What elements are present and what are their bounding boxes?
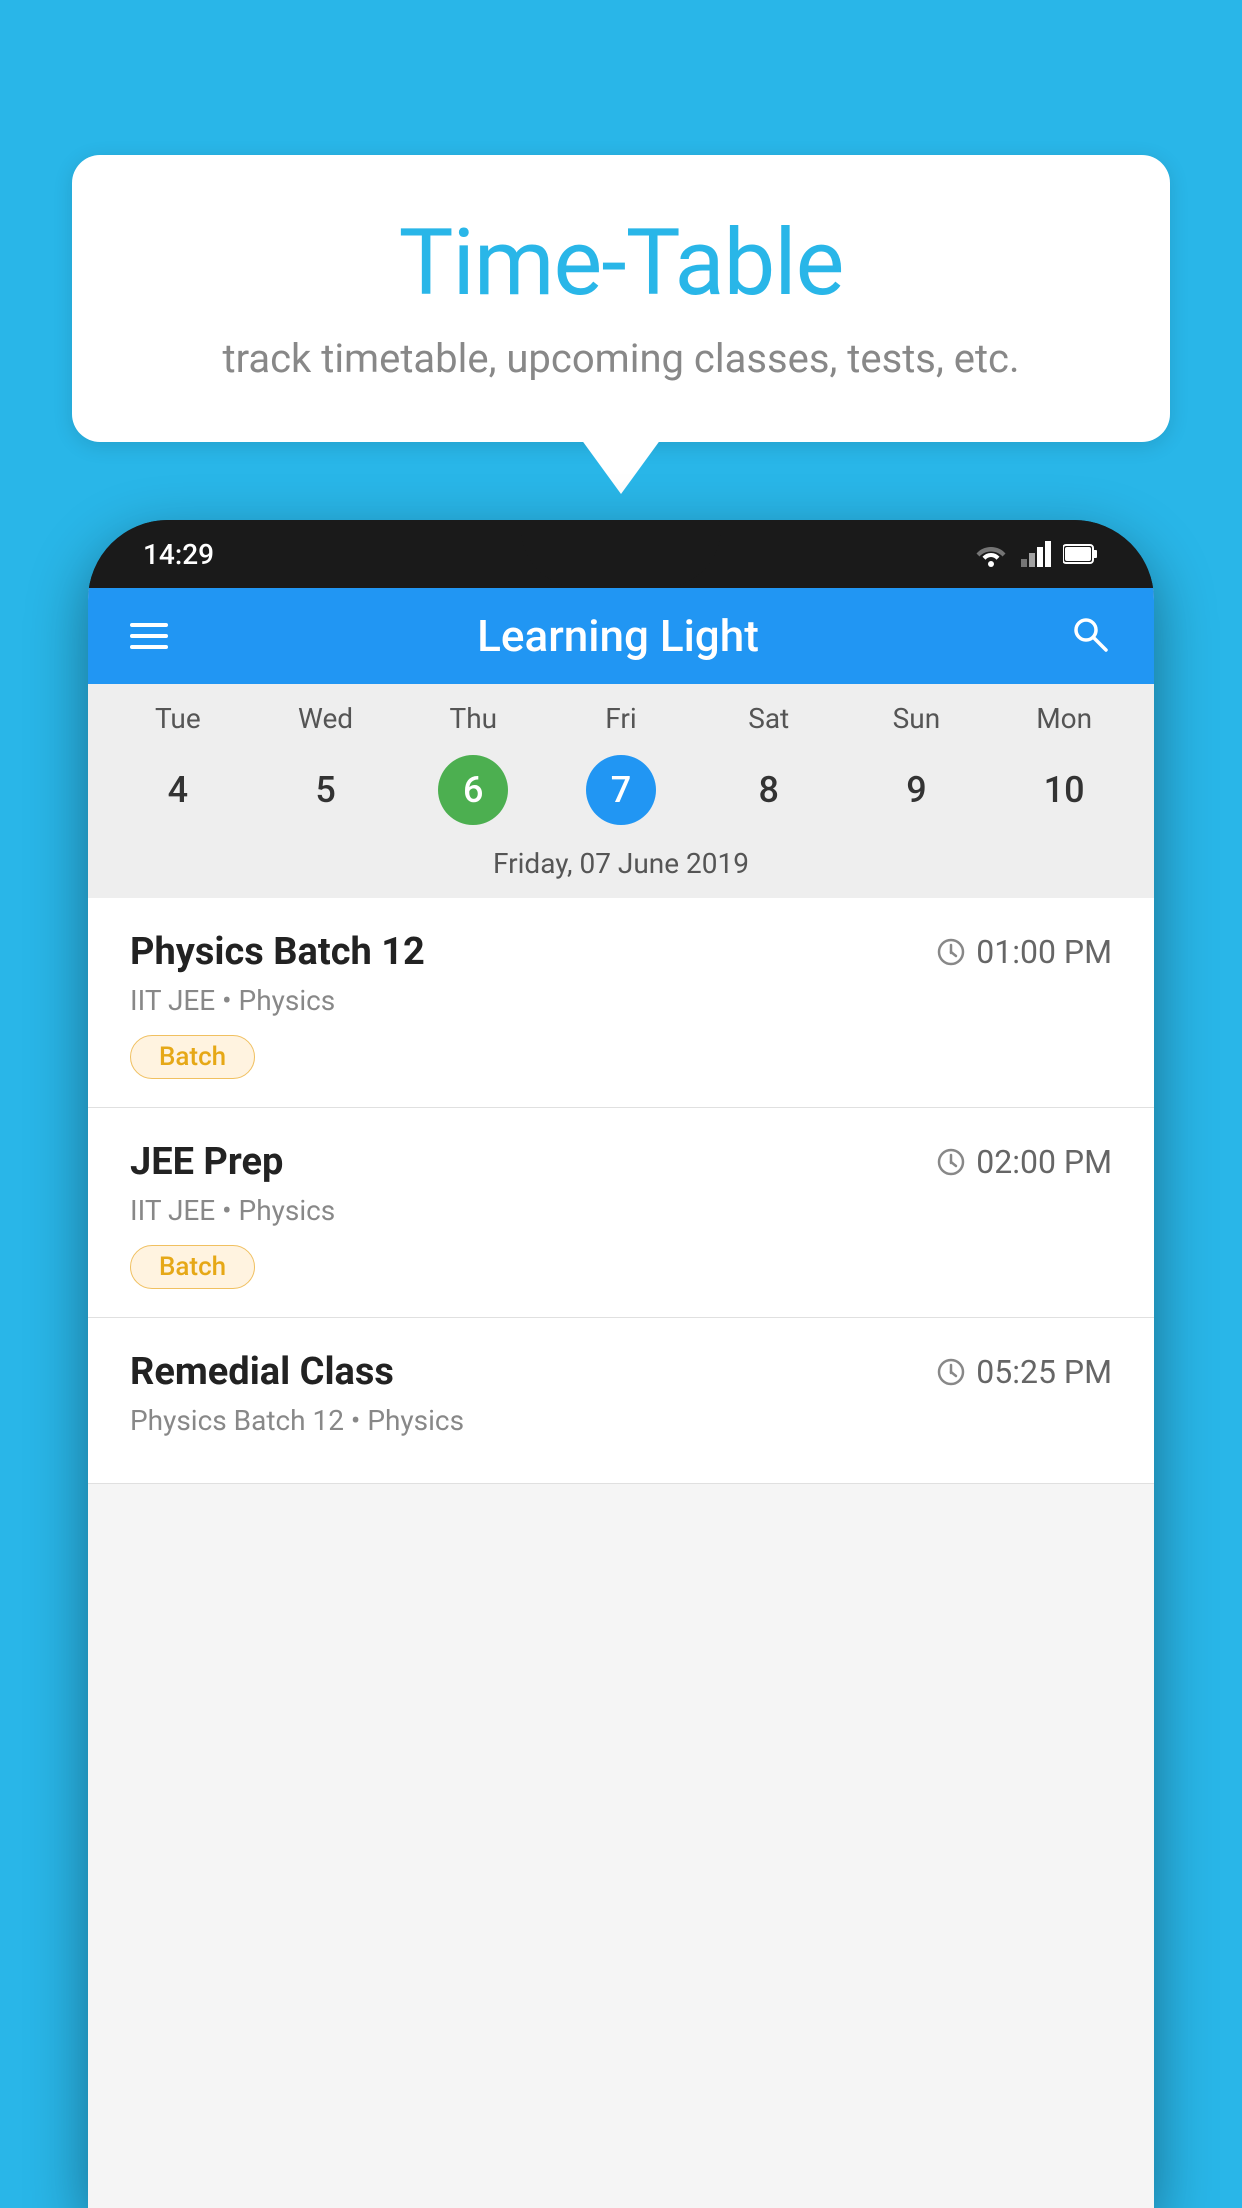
schedule-item-1[interactable]: JEE Prep 02:00 PM IIT JEE • Physics Batch — [88, 1108, 1154, 1318]
schedule-item-name-1: JEE Prep — [130, 1140, 283, 1184]
clock-icon — [936, 937, 966, 967]
schedule-item-time-1: 02:00 PM — [936, 1143, 1112, 1181]
app-title: Learning Light — [477, 610, 759, 662]
batch-badge-0: Batch — [130, 1035, 255, 1079]
search-icon — [1068, 612, 1112, 656]
status-icons — [973, 541, 1099, 567]
day-number-8[interactable]: 8 — [695, 745, 843, 835]
search-button[interactable] — [1068, 612, 1112, 660]
day-header-tue: Tue — [104, 702, 252, 745]
day-header-wed: Wed — [252, 702, 400, 745]
schedule-item-time-2: 05:25 PM — [936, 1353, 1112, 1391]
day-number-6[interactable]: 6 — [399, 745, 547, 835]
day-header-mon: Mon — [990, 702, 1138, 745]
day-header-sat: Sat — [695, 702, 843, 745]
wifi-icon — [973, 541, 1009, 567]
day-headers: TueWedThuFriSatSunMon — [88, 702, 1154, 745]
day-header-sun: Sun — [843, 702, 991, 745]
app-header: Learning Light — [88, 588, 1154, 684]
day-header-thu: Thu — [399, 702, 547, 745]
schedule-item-name-2: Remedial Class — [130, 1350, 394, 1394]
hamburger-menu-button[interactable] — [130, 623, 168, 649]
day-number-5[interactable]: 5 — [252, 745, 400, 835]
schedule-item-sub-0: IIT JEE • Physics — [130, 984, 1112, 1017]
clock-icon — [936, 1147, 966, 1177]
batch-badge-1: Batch — [130, 1245, 255, 1289]
status-time: 14:29 — [143, 538, 214, 571]
schedule-item-time-0: 01:00 PM — [936, 933, 1112, 971]
signal-icon — [1021, 541, 1051, 567]
phone-frame: 14:29 — [88, 520, 1154, 2208]
schedule-item-sub-2: Physics Batch 12 • Physics — [130, 1404, 1112, 1437]
day-numbers: 45678910 — [88, 745, 1154, 835]
day-number-4[interactable]: 4 — [104, 745, 252, 835]
phone-screen: Learning Light TueWedThuFriSatSunMon 456… — [88, 588, 1154, 2208]
battery-icon — [1063, 543, 1099, 565]
day-number-9[interactable]: 9 — [843, 745, 991, 835]
day-number-10[interactable]: 10 — [990, 745, 1138, 835]
schedule-item-name-0: Physics Batch 12 — [130, 930, 425, 974]
day-header-fri: Fri — [547, 702, 695, 745]
schedule-list: Physics Batch 12 01:00 PM IIT JEE • Physic… — [88, 898, 1154, 1484]
status-bar: 14:29 — [88, 520, 1154, 588]
schedule-item-0[interactable]: Physics Batch 12 01:00 PM IIT JEE • Physic… — [88, 898, 1154, 1108]
page-subtitle: track timetable, upcoming classes, tests… — [132, 335, 1110, 382]
page-title: Time-Table — [132, 210, 1110, 317]
calendar-strip: TueWedThuFriSatSunMon 45678910 Friday, 0… — [88, 684, 1154, 898]
day-number-7[interactable]: 7 — [547, 745, 695, 835]
schedule-item-sub-1: IIT JEE • Physics — [130, 1194, 1112, 1227]
clock-icon — [936, 1357, 966, 1387]
calendar-date-label: Friday, 07 June 2019 — [88, 835, 1154, 898]
speech-bubble: Time-Table track timetable, upcoming cla… — [72, 155, 1170, 442]
schedule-item-2[interactable]: Remedial Class 05:25 PM Physics Batch 12 •… — [88, 1318, 1154, 1484]
